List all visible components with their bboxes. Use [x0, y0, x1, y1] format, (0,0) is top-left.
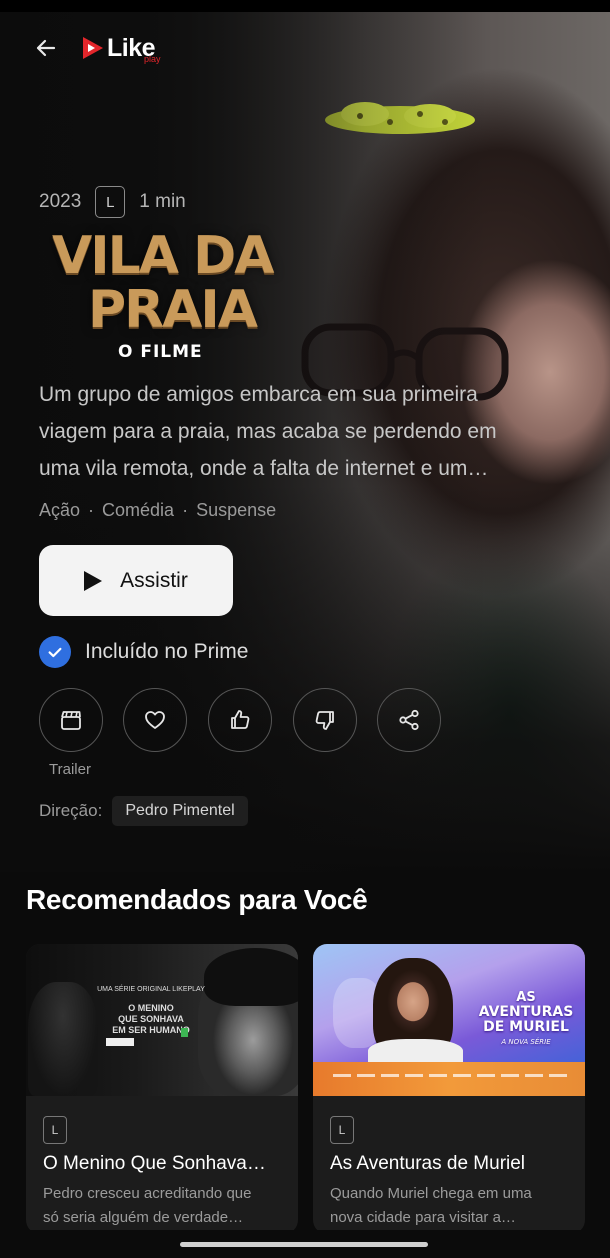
dislike-button[interactable] [293, 688, 357, 752]
watch-button-label: Assistir [120, 568, 188, 592]
direction-row: Direção: Pedro Pimentel [39, 796, 248, 826]
description-line: Pedro cresceu acreditando que [43, 1185, 252, 1202]
check-circle-icon [39, 636, 71, 668]
thumbnail-title-art: UMA SÉRIE ORIGINAL LIKEPLAY O MENINO QUE… [96, 984, 206, 1036]
description-line: uma vila remota, onde a falta de interne… [39, 457, 489, 480]
thumbnail-title-art: AS AVENTURAS DE MURIEL A NOVA SÉRIE [471, 990, 581, 1050]
trailer-button[interactable] [39, 688, 103, 752]
thumbnail-title-line: QUE SONHAVA [118, 1014, 184, 1024]
thumbnail-title-line: O MENINO [128, 1003, 174, 1013]
logo-subtext: play [144, 54, 161, 64]
recommendation-card[interactable]: AS AVENTURAS DE MURIEL A NOVA SÉRIE L As… [313, 944, 585, 1234]
genre-list: Ação · Comédia · Suspense [39, 500, 276, 521]
share-icon [399, 709, 419, 731]
description-line: nova cidade para visitar a… [330, 1209, 516, 1226]
description-line: Um grupo de amigos embarca em sua primei… [39, 383, 478, 406]
recommendation-card[interactable]: UMA SÉRIE ORIGINAL LIKEPLAY O MENINO QUE… [26, 944, 298, 1234]
recommendation-thumbnail: AS AVENTURAS DE MURIEL A NOVA SÉRIE [313, 944, 585, 1096]
share-button[interactable] [377, 688, 441, 752]
movie-meta: 2023 L 1 min [39, 186, 186, 218]
thumbnail-figure [28, 982, 98, 1096]
thumbnail-badge [106, 1038, 134, 1046]
recommendation-thumbnail: UMA SÉRIE ORIGINAL LIKEPLAY O MENINO QUE… [26, 944, 298, 1096]
genre-separator: · [88, 500, 95, 520]
direction-label: Direção: [39, 801, 103, 820]
genre-comedy: Comédia [102, 500, 175, 520]
likeplay-logo: Like play [80, 30, 161, 66]
thumbnail-title-line: AVENTURAS [478, 1004, 574, 1020]
thumbnail-title-line: AS [516, 990, 536, 1005]
thumbnail-rating-mark [181, 1028, 188, 1037]
description-line: Quando Muriel chega em uma [330, 1185, 532, 1202]
thumbs-down-icon [315, 711, 334, 730]
movie-title-logo: VILA DA PRAIA O FILME [48, 226, 278, 366]
favorite-button[interactable] [123, 688, 187, 752]
description-line: viagem para a praia, mas acaba se perden… [39, 420, 497, 443]
prime-label: Incluído no Prime [85, 640, 249, 663]
thumbnail-figure [204, 948, 298, 1006]
genre-separator: · [182, 500, 189, 520]
title-line-1: VILA DA [52, 226, 274, 286]
recommendation-description: Quando Muriel chega em uma nova cidade p… [330, 1182, 575, 1230]
trailer-label: Trailer [49, 761, 91, 778]
logo-play-icon [83, 37, 103, 59]
play-icon [84, 570, 103, 591]
back-button[interactable] [32, 34, 60, 62]
thumbnail-kicker: UMA SÉRIE ORIGINAL LIKEPLAY [97, 986, 205, 993]
recommendation-title: As Aventuras de Muriel [330, 1153, 526, 1174]
home-indicator[interactable] [180, 1242, 428, 1247]
release-year: 2023 [39, 191, 82, 212]
clapperboard-icon [61, 711, 81, 730]
description-line: só seria alguém de verdade… [43, 1209, 244, 1226]
thumbs-up-icon [231, 710, 250, 729]
recommendation-description: Pedro cresceu acreditando que só seria a… [43, 1182, 288, 1230]
title-line-2: PRAIA [88, 280, 258, 340]
heart-icon [145, 711, 165, 729]
prime-included: Incluído no Prime [39, 636, 248, 668]
age-rating-badge: L [43, 1116, 67, 1144]
recommendation-title: O Menino Que Sonhava… [43, 1153, 266, 1174]
genre-action: Ação [39, 500, 81, 520]
recommendations-heading: Recomendados para Você [26, 884, 368, 915]
thumbnail-title-line: EM SER HUMANO [112, 1025, 190, 1035]
title-line-3: O FILME [118, 342, 203, 362]
thumbnail-subtitle: A NOVA SÉRIE [501, 1038, 551, 1046]
director-chip[interactable]: Pedro Pimentel [112, 796, 248, 826]
genre-suspense: Suspense [196, 500, 277, 520]
age-rating-badge: L [330, 1116, 354, 1144]
movie-description[interactable]: Um grupo de amigos embarca em sua primei… [39, 376, 569, 487]
thumbnail-credits-band [313, 1062, 585, 1096]
arrow-left-icon [36, 39, 56, 57]
duration: 1 min [139, 191, 186, 212]
age-rating-badge: L [95, 186, 126, 218]
watch-button[interactable]: Assistir [39, 545, 233, 616]
status-bar [0, 0, 610, 12]
thumbnail-title-line: DE MURIEL [483, 1019, 569, 1035]
like-button[interactable] [208, 688, 272, 752]
